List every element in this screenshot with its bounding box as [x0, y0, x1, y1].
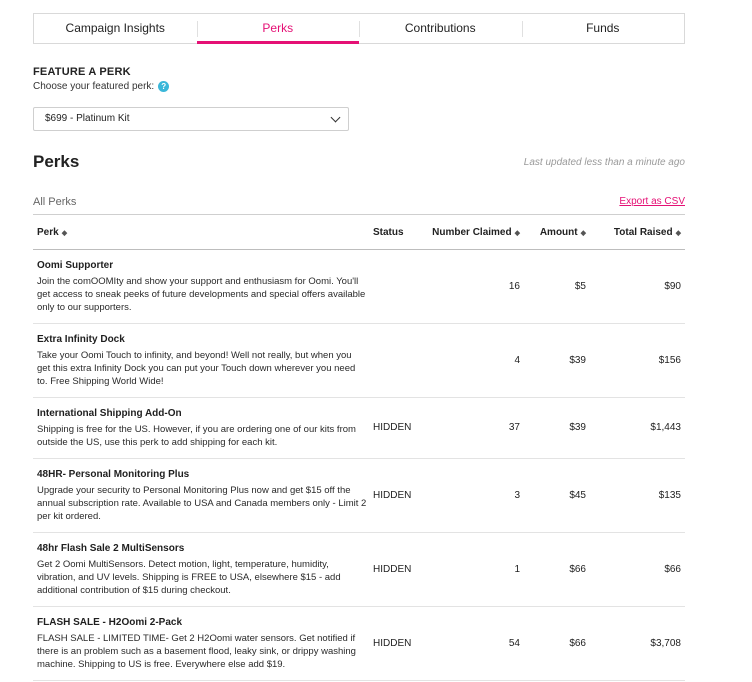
- perks-table: Perk ◆ Status Number Claimed ◆ Amount ◆ Tot…: [33, 214, 685, 681]
- perk-description: Upgrade your security to Personal Monito…: [37, 485, 367, 522]
- perk-total: $135: [658, 490, 681, 501]
- feature-perk-label: Choose your featured perk:: [33, 81, 155, 92]
- table-row[interactable]: Extra Infinity Dock Take your Oomi Touch…: [33, 324, 685, 398]
- chevron-down-icon: [330, 112, 341, 123]
- perk-description: Join the comOOMIty and show your support…: [37, 276, 366, 313]
- perk-amount: $45: [569, 490, 586, 501]
- header-status: Status: [373, 227, 404, 238]
- perk-cell: International Shipping Add-On Shipping i…: [37, 408, 367, 449]
- perk-name: 48hr Flash Sale 2 MultiSensors: [37, 543, 185, 554]
- perk-description: Shipping is free for the US. However, if…: [37, 424, 356, 448]
- perk-claimed: 4: [514, 355, 520, 366]
- page-title: Perks: [33, 152, 80, 171]
- header-amount-label: Amount: [539, 227, 578, 238]
- last-updated-text: Last updated less than a minute ago: [523, 157, 685, 168]
- header-perk-label: Perk: [37, 227, 59, 238]
- perk-claimed: 1: [514, 564, 520, 575]
- perk-amount: $5: [574, 281, 586, 292]
- perk-amount: $39: [569, 422, 586, 433]
- perk-name: International Shipping Add-On: [37, 408, 182, 419]
- header-perk[interactable]: Perk ◆: [37, 227, 67, 238]
- header-claimed-label: Number Claimed: [432, 227, 512, 238]
- perk-description: FLASH SALE - LIMITED TIME- Get 2 H2Oomi …: [37, 633, 356, 670]
- perk-cell: Oomi Supporter Join the comOOMIty and sh…: [37, 260, 367, 314]
- perk-cell: FLASH SALE - H2Oomi 2-Pack FLASH SALE - …: [37, 617, 367, 671]
- perk-name: FLASH SALE - H2Oomi 2-Pack: [37, 617, 183, 628]
- perk-description: Get 2 Oomi MultiSensors. Detect motion, …: [37, 559, 341, 596]
- perk-status: HIDDEN: [373, 638, 412, 649]
- section-label: All Perks: [33, 196, 77, 208]
- feature-perk-subtitle: Choose your featured perk: ?: [33, 81, 170, 92]
- tab-perks[interactable]: Perks: [196, 14, 360, 44]
- perk-claimed: 16: [508, 281, 520, 292]
- perk-status: HIDDEN: [373, 490, 412, 501]
- feature-perk-title: FEATURE A PERK: [33, 66, 131, 78]
- featured-perk-select[interactable]: $699 - Platinum Kit: [33, 107, 349, 131]
- sort-icon: ◆: [61, 230, 68, 237]
- perk-name: 48HR- Personal Monitoring Plus: [37, 469, 190, 480]
- perk-cell: 48hr Flash Sale 2 MultiSensors Get 2 Oom…: [37, 543, 367, 597]
- table-header: Perk ◆ Status Number Claimed ◆ Amount ◆ Tot…: [33, 215, 685, 250]
- tab-funds[interactable]: Funds: [521, 14, 685, 43]
- perk-status: HIDDEN: [373, 422, 412, 433]
- table-row[interactable]: Oomi Supporter Join the comOOMIty and sh…: [33, 250, 685, 324]
- perk-total: $156: [658, 355, 681, 366]
- header-claimed[interactable]: Number Claimed ◆: [432, 227, 520, 238]
- featured-perk-value: $699 - Platinum Kit: [45, 113, 130, 124]
- tab-campaign-insights[interactable]: Campaign Insights: [34, 14, 197, 43]
- table-row[interactable]: FLASH SALE - H2Oomi 2-Pack FLASH SALE - …: [33, 607, 685, 681]
- perk-cell: 48HR- Personal Monitoring Plus Upgrade y…: [37, 469, 367, 523]
- perk-claimed: 37: [508, 422, 520, 433]
- perk-name: Oomi Supporter: [37, 260, 114, 271]
- perk-amount: $66: [569, 638, 586, 649]
- perk-amount: $39: [569, 355, 586, 366]
- perk-amount: $66: [569, 564, 586, 575]
- perk-name: Extra Infinity Dock: [37, 334, 125, 345]
- header-total[interactable]: Total Raised ◆: [614, 227, 681, 238]
- perk-total: $66: [664, 564, 681, 575]
- perk-total: $1,443: [650, 422, 681, 433]
- sort-icon: ◆: [514, 230, 520, 237]
- perk-total: $90: [664, 281, 681, 292]
- header-total-label: Total Raised: [613, 227, 673, 238]
- table-row[interactable]: International Shipping Add-On Shipping i…: [33, 398, 685, 459]
- perk-description: Take your Oomi Touch to infinity, and be…: [37, 350, 356, 387]
- perk-status: HIDDEN: [373, 564, 412, 575]
- table-row[interactable]: 48hr Flash Sale 2 MultiSensors Get 2 Oom…: [33, 533, 685, 607]
- table-row[interactable]: 48HR- Personal Monitoring Plus Upgrade y…: [33, 459, 685, 533]
- tab-contributions[interactable]: Contributions: [359, 14, 522, 43]
- perk-claimed: 54: [508, 638, 520, 649]
- perk-total: $3,708: [650, 638, 681, 649]
- sort-icon: ◆: [580, 230, 586, 237]
- perk-claimed: 3: [514, 490, 520, 501]
- tab-bar: Campaign Insights Perks Contributions Fu…: [33, 13, 685, 44]
- perk-cell: Extra Infinity Dock Take your Oomi Touch…: [37, 334, 367, 388]
- help-icon[interactable]: ?: [158, 81, 170, 92]
- export-csv-link[interactable]: Export as CSV: [619, 196, 685, 207]
- sort-icon: ◆: [675, 230, 681, 237]
- header-amount[interactable]: Amount ◆: [540, 227, 586, 238]
